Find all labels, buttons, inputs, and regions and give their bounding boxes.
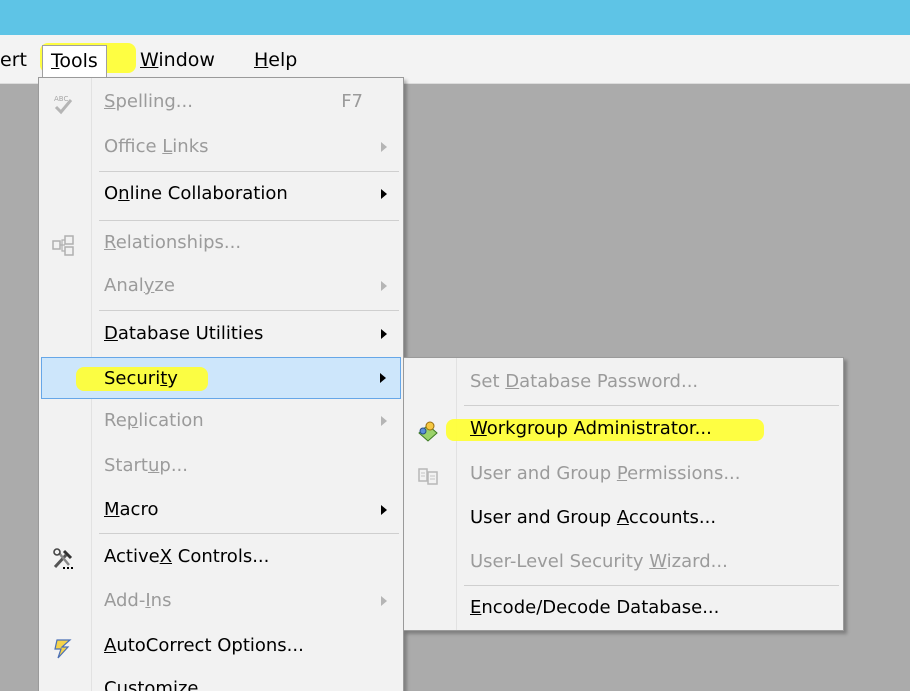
submenu-item-set-database-password[interactable]: Set Database Password... xyxy=(406,361,841,403)
menu-window[interactable]: Window xyxy=(140,45,215,75)
separator xyxy=(99,310,399,311)
menu-item-online-collaboration[interactable]: Online Collaboration xyxy=(41,173,401,215)
separator xyxy=(99,533,399,534)
submenu-item-encode-decode-database[interactable]: Encode/Decode Database... xyxy=(406,587,841,629)
submenu-item-user-level-security-wizard[interactable]: User-Level Security Wizard... xyxy=(406,541,841,583)
submenu-arrow-icon xyxy=(381,281,387,291)
menu-item-activex-controls[interactable]: ActiveX Controls... xyxy=(41,536,401,578)
spelling-icon: ABC xyxy=(51,90,75,115)
menu-item-office-links[interactable]: Office Links xyxy=(41,126,401,168)
submenu-arrow-icon xyxy=(381,329,387,339)
menu-item-spelling[interactable]: ABC Spelling... F7 xyxy=(41,81,401,123)
workgroup-admin-icon xyxy=(416,417,440,442)
submenu-arrow-icon xyxy=(380,373,386,383)
menu-item-autocorrect-options[interactable]: AutoCorrect Options... xyxy=(41,625,401,667)
relationships-icon xyxy=(51,231,75,256)
menu-item-macro[interactable]: Macro xyxy=(41,489,401,531)
menu-item-replication[interactable]: Replication xyxy=(41,400,401,442)
submenu-item-user-group-permissions[interactable]: User and Group Permissions... xyxy=(406,453,841,495)
autocorrect-icon xyxy=(51,634,75,659)
title-bar xyxy=(0,0,910,35)
submenu-arrow-icon xyxy=(381,416,387,426)
menu-item-startup[interactable]: Startup... xyxy=(41,445,401,487)
activex-tools-icon xyxy=(51,545,75,569)
separator xyxy=(464,585,839,586)
security-submenu: Set Database Password... Workgroup Admin… xyxy=(403,357,844,631)
submenu-arrow-icon xyxy=(381,505,387,515)
menu-help[interactable]: Help xyxy=(254,45,297,75)
menu-item-customize[interactable]: Customize... xyxy=(41,668,401,691)
submenu-arrow-icon xyxy=(381,596,387,606)
menu-item-relationships[interactable]: Relationships... xyxy=(41,222,401,264)
menu-item-security[interactable]: Security xyxy=(41,357,401,399)
submenu-item-workgroup-administrator[interactable]: Workgroup Administrator... xyxy=(406,408,841,450)
submenu-arrow-icon xyxy=(381,142,387,152)
menu-item-analyze[interactable]: Analyze xyxy=(41,265,401,307)
separator xyxy=(99,220,399,221)
menu-item-add-ins[interactable]: Add-Ins xyxy=(41,580,401,622)
permissions-icon xyxy=(416,462,440,486)
menu-insert[interactable]: ert xyxy=(0,45,27,75)
tools-menu: ABC Spelling... F7 Office Links Online C… xyxy=(38,77,404,691)
separator xyxy=(464,405,839,406)
submenu-item-user-group-accounts[interactable]: User and Group Accounts... xyxy=(406,497,841,539)
separator xyxy=(99,171,399,172)
menu-item-database-utilities[interactable]: Database Utilities xyxy=(41,313,401,355)
submenu-arrow-icon xyxy=(381,189,387,199)
svg-text:ABC: ABC xyxy=(54,95,68,103)
